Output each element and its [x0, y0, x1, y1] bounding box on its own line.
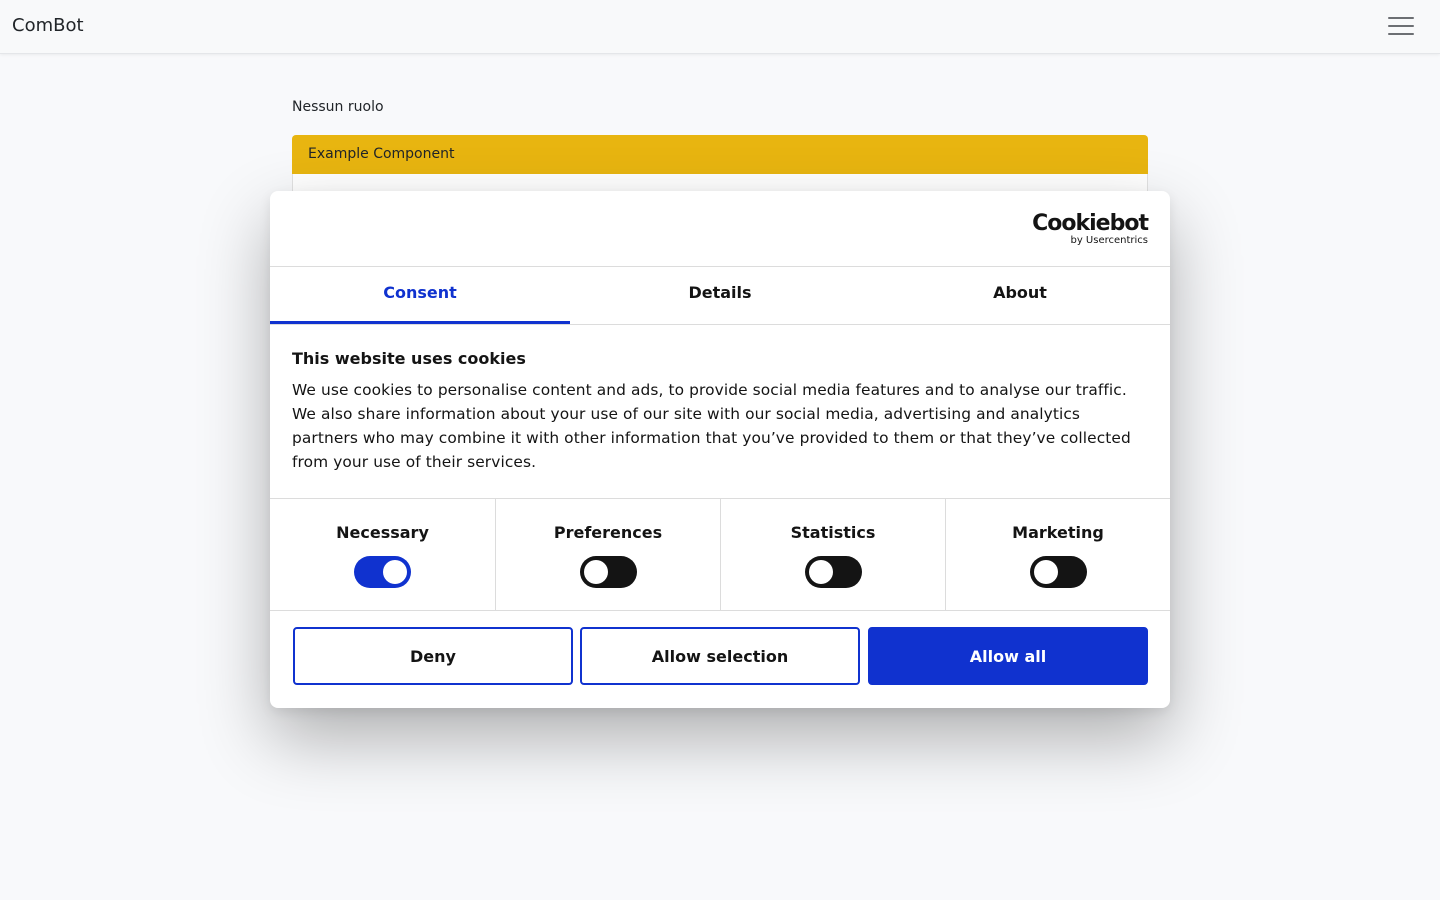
tab-consent[interactable]: Consent	[270, 267, 570, 324]
consent-heading: This website uses cookies	[292, 349, 526, 368]
toggle-knob	[583, 560, 608, 584]
necessary-toggle[interactable]	[354, 556, 411, 588]
card-body	[292, 174, 1148, 192]
consent-content: This website uses cookies We use cookies…	[292, 349, 1148, 474]
deny-button[interactable]: Deny	[293, 627, 573, 685]
category-label: Preferences	[553, 523, 663, 542]
role-text: Nessun ruolo	[292, 99, 384, 115]
consent-buttons: Deny Allow selection Allow all	[270, 611, 1170, 708]
allow-selection-button[interactable]: Allow selection	[580, 627, 860, 685]
category-label: Necessary	[336, 523, 429, 542]
allow-all-button[interactable]: Allow all	[868, 627, 1148, 685]
cookiebot-logo: Cookiebot by Usercentrics	[1032, 211, 1149, 247]
toggle-knob	[383, 560, 407, 584]
category-necessary: Necessary	[270, 499, 495, 611]
toggle-knob	[808, 560, 833, 584]
toggle-knob	[1033, 560, 1058, 584]
cookie-consent-dialog: Cookiebot by Usercentrics Consent Detail…	[270, 191, 1170, 708]
statistics-toggle[interactable]	[804, 556, 862, 588]
tab-details[interactable]: Details	[570, 267, 870, 324]
consent-body: We use cookies to personalise content an…	[292, 381, 1131, 471]
category-preferences: Preferences	[495, 499, 720, 611]
preferences-toggle[interactable]	[579, 556, 637, 588]
navbar: ComBot	[0, 0, 1440, 54]
card-header: Example Component	[292, 135, 1148, 174]
tab-about[interactable]: About	[870, 267, 1170, 324]
dialog-tabs: Consent Details About	[270, 267, 1170, 325]
category-marketing: Marketing	[945, 499, 1170, 611]
logo-main-text: Cookiebot	[1032, 211, 1149, 236]
category-label: Marketing	[1012, 523, 1104, 542]
hamburger-menu-icon[interactable]	[1388, 17, 1414, 37]
dialog-header: Cookiebot by Usercentrics	[270, 191, 1170, 267]
brand-link[interactable]: ComBot	[12, 15, 84, 36]
category-label: Statistics	[790, 523, 876, 542]
marketing-toggle[interactable]	[1029, 556, 1087, 588]
category-toggles: Necessary Preferences Statistics Marketi…	[270, 498, 1170, 611]
logo-sub-text: by Usercentrics	[1070, 235, 1148, 246]
category-statistics: Statistics	[720, 499, 945, 611]
